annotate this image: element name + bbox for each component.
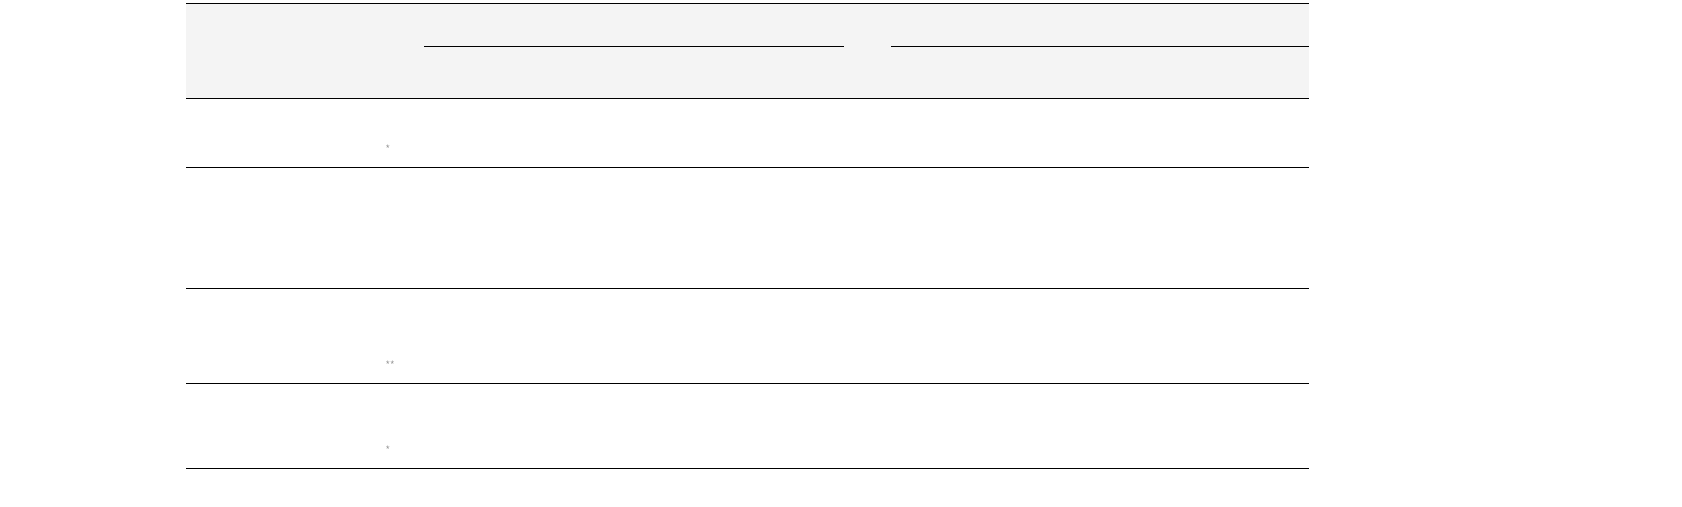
- footnote-marker: *: [386, 444, 391, 454]
- table-row: [186, 168, 1309, 288]
- footnote-marker: **: [386, 359, 395, 369]
- table-header: [186, 4, 1309, 98]
- header-subcol-underline-a: [424, 46, 844, 47]
- footnote-marker: *: [386, 143, 391, 153]
- table-row: **: [186, 289, 1309, 383]
- page: * ** *: [0, 0, 1682, 507]
- header-subcol-underline-b: [891, 46, 1309, 47]
- table-rule-bottom: [186, 468, 1309, 469]
- data-table: * ** *: [186, 3, 1309, 469]
- table-row: *: [186, 384, 1309, 468]
- table-row: *: [186, 99, 1309, 167]
